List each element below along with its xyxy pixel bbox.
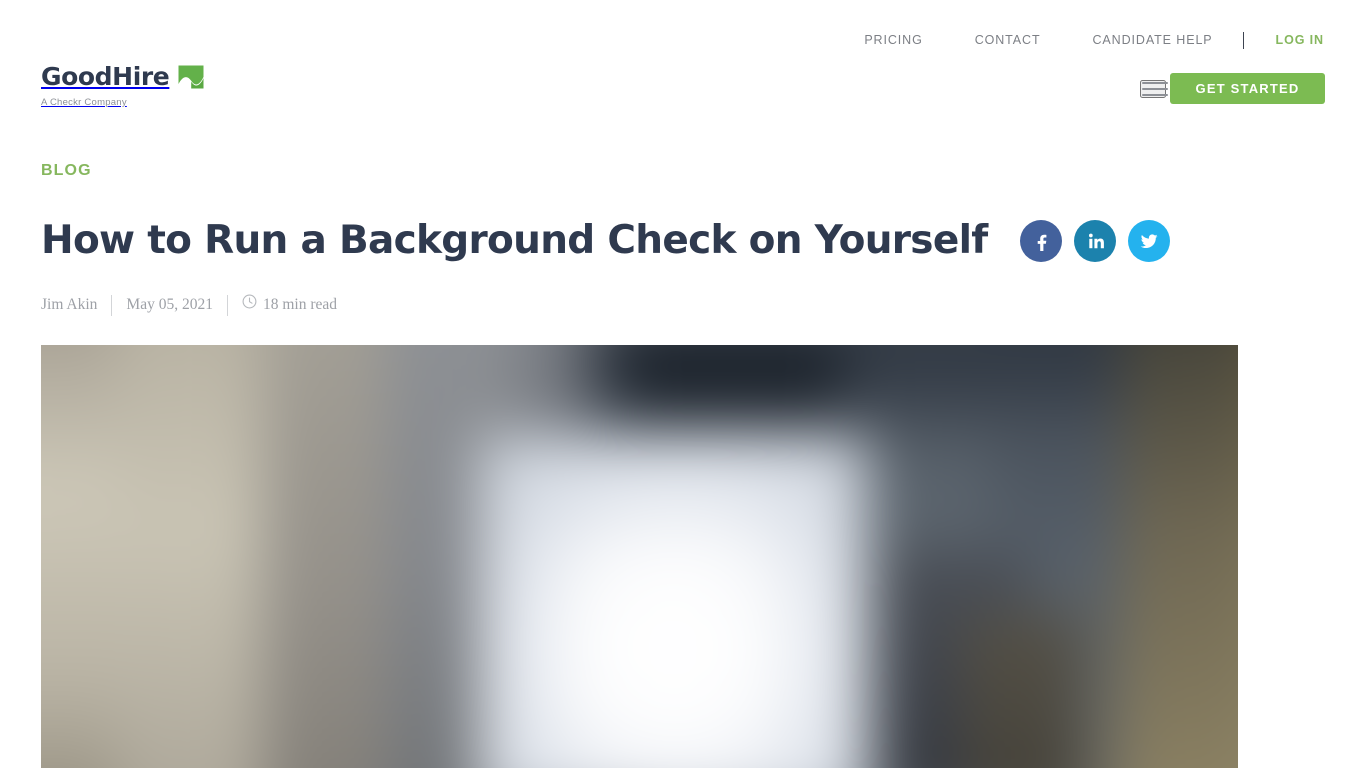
byline-divider [226,294,228,316]
logo-lockup: GoodHire [41,64,261,94]
facebook-icon [1031,231,1051,251]
hero-region [264,345,399,768]
share-linkedin-button[interactable] [1073,220,1116,262]
hamburger-bar [1142,94,1168,96]
hamburger-menu-icon[interactable] [1140,80,1168,98]
page-title: How to Run a Background Check on Yoursel… [41,218,988,263]
hamburger-bar [1142,88,1168,90]
share-twitter-button[interactable] [1127,220,1170,262]
site-logo[interactable]: GoodHire A Checkr Company [41,64,261,112]
logo-tagline: A Checkr Company [41,97,127,108]
publish-date: May 05, 2021 [126,296,213,313]
hamburger-bar [1142,82,1168,84]
byline-divider [111,294,113,316]
twitter-icon [1138,230,1160,252]
logo-wordmark: GoodHire [41,62,170,91]
article-byline: Jim Akin May 05, 2021 18 min read [41,294,1238,316]
share-facebook-button[interactable] [1019,220,1062,262]
nav-link-candidate-help[interactable]: CANDIDATE HELP [1067,30,1239,50]
get-started-button[interactable]: GET STARTED [1170,73,1325,104]
nav-divider [1242,31,1244,49]
hero-image-canvas [41,345,1238,768]
green-checkmark-logo-icon [178,65,205,94]
clock-icon [242,294,257,316]
hero-monitor-glow [545,518,787,765]
hero-dark-band [626,345,841,420]
read-time-label: 18 min read [262,296,338,313]
article-header: BLOG How to Run a Background Check on Yo… [41,160,1238,316]
article-hero-image [41,345,1238,768]
hero-dark-object [961,613,1082,768]
category-label-blog[interactable]: BLOG [41,160,1238,182]
hero-region [1122,345,1238,768]
nav-link-log-in[interactable]: LOG IN [1248,30,1324,50]
blog-article-page: PRICING CONTACT CANDIDATE HELP LOG IN Go… [0,0,1366,768]
hero-region [116,345,278,768]
author-name: Jim Akin [41,296,98,313]
read-time: 18 min read [242,294,337,316]
linkedin-icon [1085,231,1105,251]
social-share-buttons [1019,220,1170,262]
utility-navigation: PRICING CONTACT CANDIDATE HELP LOG IN [864,30,1324,50]
nav-link-pricing[interactable]: PRICING [864,30,948,50]
nav-link-contact[interactable]: CONTACT [949,30,1067,50]
title-and-share-row: How to Run a Background Check on Yoursel… [41,216,1238,266]
